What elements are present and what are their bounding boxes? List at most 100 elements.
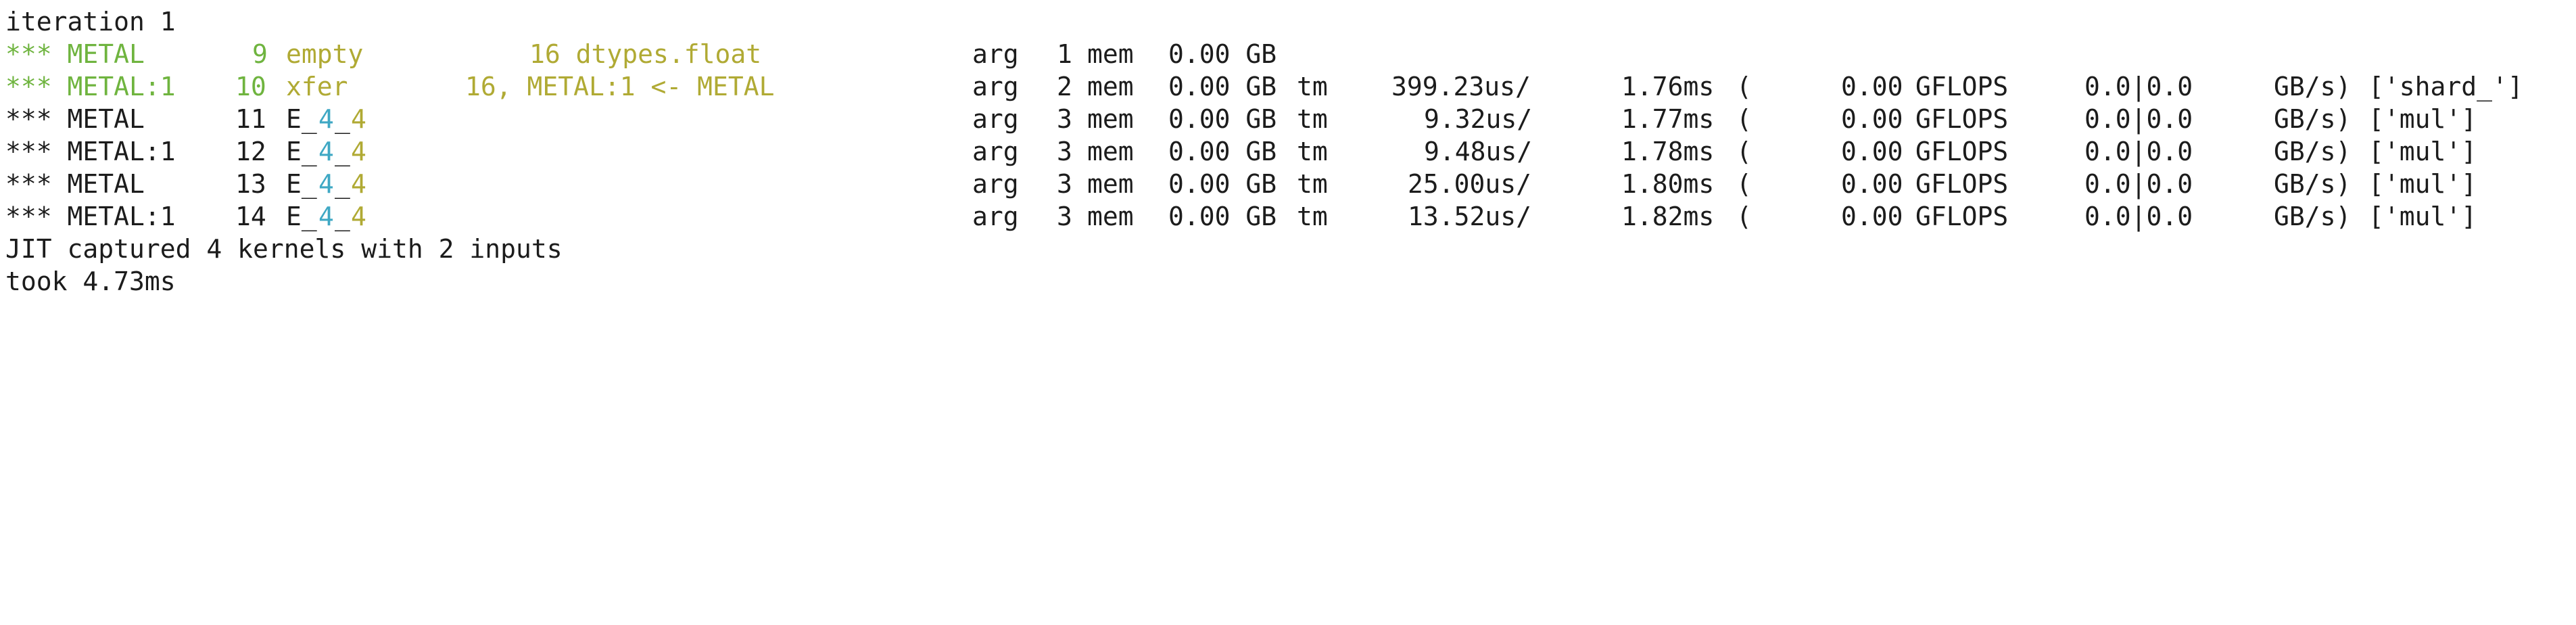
- kernel-name-prefix: E_: [286, 104, 317, 134]
- kernel-number: 13: [235, 169, 266, 199]
- bandwidth-ratio: 0.0|0.0: [2084, 104, 2193, 134]
- arg-label: arg: [972, 137, 1019, 166]
- kernel-dim-1: 4: [318, 104, 334, 134]
- kernel-number: 14: [235, 202, 266, 231]
- open-paren: (: [1736, 104, 1752, 134]
- device-prefix: *** METAL:1: [5, 137, 176, 166]
- kernel-dim-1: 4: [318, 169, 334, 199]
- gflops-value: 0.00: [1841, 72, 1903, 101]
- tm-label: tm: [1297, 202, 1328, 231]
- kernel-time: 9.32us/: [1424, 104, 1533, 134]
- open-paren: (: [1736, 72, 1752, 101]
- mem-value: 0.00 GB: [1168, 137, 1277, 166]
- bandwidth-unit: GB/s): [2274, 202, 2352, 231]
- tm-label: tm: [1297, 137, 1328, 166]
- mem-value: 0.00 GB: [1168, 39, 1277, 69]
- kernel-dim-1: 4: [318, 202, 334, 231]
- kernel-dim-1: 4: [318, 137, 334, 166]
- kernel-row: *** METAL 9 empty 16 dtypes.float arg 1 …: [5, 38, 1277, 70]
- device-prefix: *** METAL:1: [5, 202, 176, 231]
- kernel-name-sep: _: [335, 169, 350, 199]
- bandwidth-unit: GB/s): [2274, 104, 2352, 134]
- kernel-tag: ['mul']: [2368, 104, 2477, 134]
- terminal-output: iteration 1 *** METAL 9 empty 16 dtypes.…: [0, 0, 2576, 312]
- iteration-header: iteration 1: [5, 5, 176, 38]
- kernel-row: *** METAL 11 E_ 4 _ 4 arg 3 mem 0.00 GB …: [5, 103, 2477, 135]
- kernel-dim-2: 4: [351, 169, 366, 199]
- mem-label: mem: [1087, 72, 1134, 101]
- mem-value: 0.00 GB: [1168, 72, 1277, 101]
- kernel-time: 25.00us/: [1408, 169, 1532, 199]
- kernel-info: 16, METAL:1 <- METAL: [465, 72, 775, 101]
- gflops-label: GFLOPS: [1915, 104, 2009, 134]
- device-prefix: *** METAL: [5, 39, 145, 69]
- bandwidth-ratio: 0.0|0.0: [2084, 202, 2193, 231]
- mem-label: mem: [1087, 104, 1134, 134]
- kernel-time: 399.23us/: [1391, 72, 1531, 101]
- gflops-label: GFLOPS: [1915, 169, 2009, 199]
- tm-label: tm: [1297, 104, 1328, 134]
- cumulative-time: 1.82ms: [1621, 202, 1715, 231]
- bandwidth-ratio: 0.0|0.0: [2084, 72, 2193, 101]
- kernel-name-sep: _: [335, 104, 350, 134]
- arg-count: 3: [1057, 137, 1072, 166]
- open-paren: (: [1736, 202, 1752, 231]
- cumulative-time: 1.80ms: [1621, 169, 1715, 199]
- kernel-tag: ['mul']: [2368, 169, 2477, 199]
- mem-value: 0.00 GB: [1168, 104, 1277, 134]
- bandwidth-unit: GB/s): [2274, 169, 2352, 199]
- kernel-dim-2: 4: [351, 104, 366, 134]
- jit-summary-text: JIT captured 4 kernels with 2 inputs: [5, 234, 563, 264]
- kernel-dim-2: 4: [351, 137, 366, 166]
- open-paren: (: [1736, 169, 1752, 199]
- arg-label: arg: [972, 39, 1019, 69]
- kernel-name-prefix: E_: [286, 169, 317, 199]
- arg-label: arg: [972, 72, 1019, 101]
- gflops-value: 0.00: [1841, 202, 1903, 231]
- gflops-label: GFLOPS: [1915, 72, 2009, 101]
- kernel-name-prefix: E_: [286, 137, 317, 166]
- elapsed-time-text: took 4.73ms: [5, 267, 176, 296]
- mem-label: mem: [1087, 169, 1134, 199]
- kernel-info: 16 dtypes.float: [529, 39, 762, 69]
- kernel-number: 11: [235, 104, 266, 134]
- kernel-row: *** METAL:1 10 xfer 16, METAL:1 <- METAL…: [5, 70, 2523, 103]
- mem-label: mem: [1087, 202, 1134, 231]
- arg-label: arg: [972, 202, 1019, 231]
- kernel-tag: ['mul']: [2368, 202, 2477, 231]
- kernel-time: 13.52us/: [1408, 202, 1532, 231]
- kernel-time: 9.48us/: [1424, 137, 1533, 166]
- bandwidth-unit: GB/s): [2274, 72, 2352, 101]
- bandwidth-unit: GB/s): [2274, 137, 2352, 166]
- mem-value: 0.00 GB: [1168, 202, 1277, 231]
- jit-summary: JIT captured 4 kernels with 2 inputs: [5, 233, 563, 265]
- cumulative-time: 1.76ms: [1621, 72, 1715, 101]
- gflops-label: GFLOPS: [1915, 202, 2009, 231]
- kernel-row: *** METAL 13 E_ 4 _ 4 arg 3 mem 0.00 GB …: [5, 168, 2477, 200]
- kernel-name: xfer: [286, 72, 348, 101]
- kernel-name-prefix: E_: [286, 202, 317, 231]
- tm-label: tm: [1297, 169, 1328, 199]
- tm-label: tm: [1297, 72, 1328, 101]
- cumulative-time: 1.77ms: [1621, 104, 1715, 134]
- bandwidth-ratio: 0.0|0.0: [2084, 169, 2193, 199]
- kernel-name: empty: [286, 39, 364, 69]
- arg-count: 2: [1057, 72, 1072, 101]
- cumulative-time: 1.78ms: [1621, 137, 1715, 166]
- bandwidth-ratio: 0.0|0.0: [2084, 137, 2193, 166]
- arg-count: 3: [1057, 202, 1072, 231]
- device-prefix: *** METAL:1: [5, 72, 176, 101]
- kernel-tag: ['shard_']: [2368, 72, 2523, 101]
- arg-count: 1: [1057, 39, 1072, 69]
- arg-label: arg: [972, 104, 1019, 134]
- device-prefix: *** METAL: [5, 169, 145, 199]
- gflops-label: GFLOPS: [1915, 137, 2009, 166]
- kernel-row: *** METAL:1 12 E_ 4 _ 4 arg 3 mem 0.00 G…: [5, 135, 2477, 168]
- elapsed-time: took 4.73ms: [5, 265, 176, 298]
- kernel-name-sep: _: [335, 202, 350, 231]
- iteration-label: iteration 1: [5, 7, 176, 37]
- gflops-value: 0.00: [1841, 137, 1903, 166]
- arg-label: arg: [972, 169, 1019, 199]
- arg-count: 3: [1057, 104, 1072, 134]
- open-paren: (: [1736, 137, 1752, 166]
